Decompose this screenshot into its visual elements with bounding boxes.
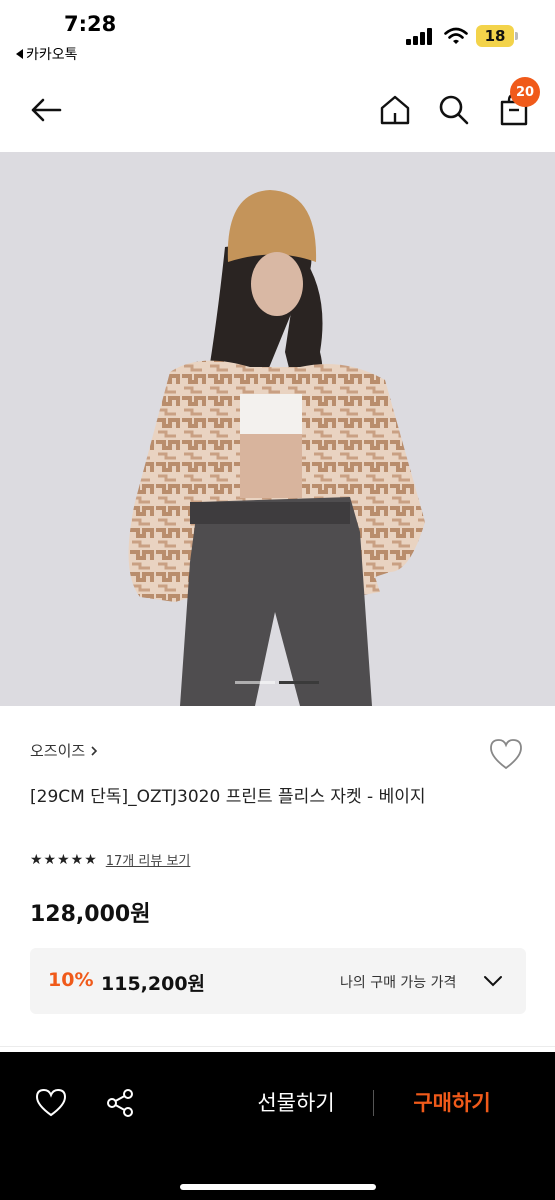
top-nav: [0, 80, 555, 150]
section-divider: [0, 1046, 555, 1047]
review-link[interactable]: 17개 리뷰 보기: [106, 850, 191, 869]
product-title: [29CM 단독]_OZTJ3020 프린트 플리스 자켓 - 베이지: [30, 787, 426, 807]
brand-link[interactable]: 오즈이즈: [30, 740, 99, 761]
product-price: 128,000원: [30, 902, 151, 927]
member-price: 115,200원: [101, 973, 206, 995]
buy-button[interactable]: 구매하기: [396, 1087, 508, 1119]
search-icon[interactable]: [436, 92, 472, 128]
status-time: 7:28: [64, 12, 117, 36]
home-icon[interactable]: [377, 92, 413, 128]
battery-percent: 18: [484, 27, 506, 45]
back-arrow-icon[interactable]: [28, 92, 64, 128]
member-price-box[interactable]: 10% 115,200원 나의 구매 가능 가격: [30, 948, 526, 1014]
home-indicator: [180, 1184, 376, 1190]
back-to-app-link[interactable]: 카카오톡: [16, 44, 78, 64]
signal-icon: [406, 27, 434, 45]
button-separator: [373, 1090, 374, 1116]
brand-name: 오즈이즈: [30, 742, 86, 760]
rating-stars: ★★★★★: [30, 851, 98, 868]
battery-icon: 18: [476, 25, 518, 47]
chevron-down-icon: [484, 976, 502, 987]
chevron-right-icon: [91, 745, 98, 756]
product-photo: [0, 152, 555, 706]
bottom-action-bar: [0, 1052, 555, 1200]
wifi-icon: [444, 27, 468, 44]
pager-dot[interactable]: [235, 681, 275, 684]
cart-count-badge[interactable]: 20: [510, 77, 540, 107]
rating-row: ★★★★★ 17개 리뷰 보기: [30, 850, 191, 870]
image-pager: [235, 681, 319, 684]
wishlist-heart-icon[interactable]: [487, 736, 525, 772]
product-image[interactable]: [0, 152, 555, 706]
member-price-label: 나의 구매 가능 가격: [340, 975, 457, 991]
pager-dot-active[interactable]: [279, 681, 319, 684]
discount-rate: 10%: [48, 969, 94, 991]
heart-icon[interactable]: [34, 1086, 68, 1120]
share-icon[interactable]: [103, 1086, 137, 1120]
gift-button[interactable]: 선물하기: [240, 1087, 352, 1119]
back-triangle-icon: [16, 49, 23, 59]
status-bar: 7:28 18 카카오톡: [0, 0, 555, 63]
back-app-label: 카카오톡: [26, 47, 78, 63]
